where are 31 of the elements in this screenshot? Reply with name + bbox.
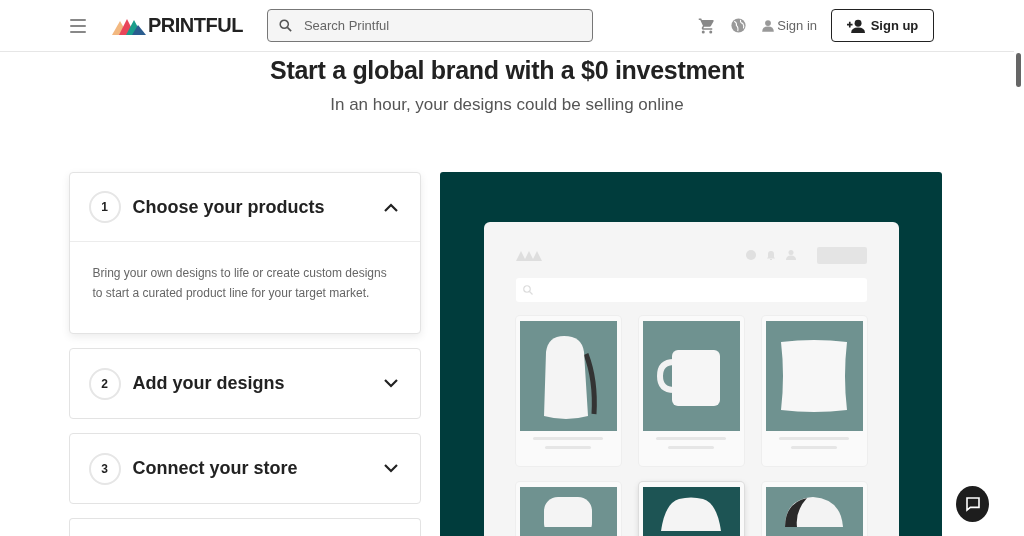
menu-button[interactable] — [70, 18, 86, 33]
cart-icon[interactable] — [698, 16, 717, 35]
user-icon — [761, 18, 776, 33]
logo[interactable]: PRINTFUL — [112, 14, 243, 37]
case-drawing — [544, 497, 592, 527]
search-icon — [521, 284, 534, 296]
sign-in-link[interactable]: Sign in — [761, 18, 817, 33]
chevron-down-icon — [383, 464, 398, 473]
chevron-down-icon — [383, 379, 398, 388]
chat-button[interactable] — [956, 486, 989, 522]
step-description: Bring your own designs to life or create custom designs to start a curated product line for your target market. — [91, 265, 388, 302]
step-header[interactable]: 2 Add your designs — [69, 349, 420, 418]
sign-up-button[interactable]: Sign up — [831, 9, 934, 42]
step-number: 3 — [88, 452, 121, 485]
step-number: 1 — [88, 191, 121, 223]
step-header[interactable]: 3 Connect your store — [69, 434, 420, 503]
globe-icon[interactable] — [730, 17, 748, 34]
chevron-up-icon — [383, 202, 398, 212]
step-title: Add your designs — [132, 373, 286, 394]
step-header[interactable]: 1 Choose your products — [69, 173, 420, 242]
hero-subtitle: In an hour, your designs could be selling online — [330, 95, 684, 115]
logo-text: PRINTFUL — [148, 14, 243, 37]
add-user-icon — [846, 18, 865, 33]
step-title: Choose your products — [132, 196, 326, 218]
step-number: 2 — [88, 367, 121, 400]
chat-icon — [964, 496, 981, 512]
sweatshirt-drawing — [661, 497, 721, 531]
cap-drawing — [785, 497, 843, 527]
hero-title: Start a global brand with a $0 investment — [270, 56, 744, 85]
step-title: Connect your store — [132, 458, 299, 479]
search-field[interactable]: Search Printful — [266, 9, 593, 42]
